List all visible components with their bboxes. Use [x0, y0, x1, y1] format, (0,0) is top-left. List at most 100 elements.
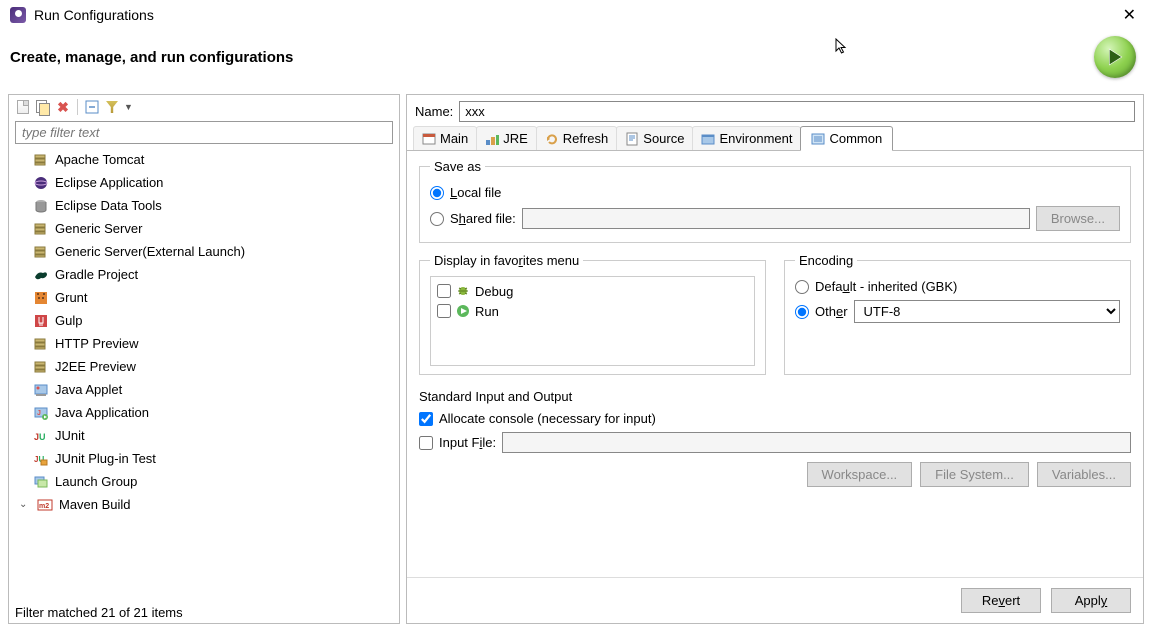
filter-input[interactable] — [15, 121, 393, 144]
server-icon — [33, 244, 49, 260]
delete-config-icon[interactable]: ✖ — [55, 99, 71, 115]
run-icon — [455, 303, 471, 319]
favorites-list: DebugRun — [430, 276, 755, 366]
tab-source[interactable]: Source — [616, 126, 693, 150]
gradle-icon — [33, 267, 49, 283]
tree-item[interactable]: JUJUnit Plug-in Test — [11, 447, 397, 470]
tab-content: Save as Local file Shared file: Browse..… — [407, 151, 1143, 577]
tree-item-label: J2EE Preview — [55, 356, 136, 377]
tree-item[interactable]: ⌄ m2 Maven Build — [11, 493, 397, 516]
tree-item[interactable]: Gradle Project — [11, 263, 397, 286]
favorite-checkbox[interactable] — [437, 284, 451, 298]
encoding-default-radio[interactable] — [795, 280, 809, 294]
titlebar: Run Configurations ✕ — [0, 0, 1152, 30]
tab-refresh[interactable]: Refresh — [536, 126, 618, 150]
tab-main[interactable]: Main — [413, 126, 477, 150]
tree-item-label: Eclipse Application — [55, 172, 163, 193]
tree-item[interactable]: Generic Server — [11, 217, 397, 240]
shared-file-radio[interactable] — [430, 212, 444, 226]
apply-button[interactable]: Apply — [1051, 588, 1131, 613]
dropdown-arrow-icon[interactable]: ▼ — [124, 102, 133, 112]
save-as-legend: Save as — [430, 159, 485, 174]
header: Create, manage, and run configurations — [0, 30, 1152, 94]
allocate-console-checkbox[interactable] — [419, 412, 433, 426]
local-file-radio[interactable] — [430, 186, 444, 200]
browse-button[interactable]: Browse... — [1036, 206, 1120, 231]
tab-common[interactable]: Common — [800, 126, 893, 151]
jre-icon — [485, 132, 499, 146]
environment-icon — [701, 132, 715, 146]
tree-item-label: Launch Group — [55, 471, 137, 492]
db-icon — [33, 198, 49, 214]
left-panel: ✖ ▼ Apache TomcatEclipse ApplicationEcli… — [8, 94, 400, 624]
left-toolbar: ✖ ▼ — [9, 95, 399, 119]
collapse-all-icon[interactable] — [84, 99, 100, 115]
encoding-other-radio[interactable] — [795, 305, 809, 319]
server-icon — [33, 221, 49, 237]
input-file-label: Input File: — [439, 435, 496, 450]
favorite-item: Debug — [437, 281, 748, 301]
tree-item[interactable]: Eclipse Data Tools — [11, 194, 397, 217]
favorites-legend: Display in favorites menu — [430, 253, 583, 268]
tree-item-label: JUnit Plug-in Test — [55, 448, 156, 469]
filter-icon[interactable] — [104, 99, 120, 115]
duplicate-config-icon[interactable] — [35, 99, 51, 115]
refresh-icon — [545, 132, 559, 146]
tree-item[interactable]: Launch Group — [11, 470, 397, 493]
svg-text:JU: JU — [34, 432, 46, 442]
java-icon: J — [33, 405, 49, 421]
variables-button[interactable]: Variables... — [1037, 462, 1131, 487]
tree-item[interactable]: Eclipse Application — [11, 171, 397, 194]
run-badge-icon — [1094, 36, 1136, 78]
tree-item[interactable]: Apache Tomcat — [11, 148, 397, 171]
tree-item-label: JUnit — [55, 425, 85, 446]
tab-environment[interactable]: Environment — [692, 126, 801, 150]
close-icon[interactable]: ✕ — [1117, 5, 1142, 25]
tree-item-label: Grunt — [55, 287, 88, 308]
encoding-other-label: Other — [815, 304, 848, 319]
maven-icon: m2 — [37, 497, 53, 513]
tree-item-label: Apache Tomcat — [55, 149, 144, 170]
tree-item[interactable]: Java Applet — [11, 378, 397, 401]
svg-text:m2: m2 — [39, 503, 49, 510]
grunt-icon — [33, 290, 49, 306]
save-as-group: Save as Local file Shared file: Browse..… — [419, 159, 1131, 243]
tree-item[interactable]: HTTP Preview — [11, 332, 397, 355]
tab-jre[interactable]: JRE — [476, 126, 537, 150]
tree-item-label: Maven Build — [59, 494, 131, 515]
config-tree[interactable]: Apache TomcatEclipse ApplicationEclipse … — [11, 146, 397, 602]
favorite-label: Debug — [475, 284, 513, 299]
encoding-combo[interactable]: UTF-8 — [854, 300, 1120, 323]
favorites-group: Display in favorites menu DebugRun — [419, 253, 766, 375]
tree-item[interactable]: JJava Application — [11, 401, 397, 424]
tree-item[interactable]: Grunt — [11, 286, 397, 309]
tab-label: Source — [643, 131, 684, 146]
name-input[interactable] — [459, 101, 1135, 122]
filesystem-button[interactable]: File System... — [920, 462, 1029, 487]
tree-item[interactable]: Gulp — [11, 309, 397, 332]
shared-file-label: Shared file: — [450, 211, 516, 226]
launch-group-icon — [33, 474, 49, 490]
favorite-checkbox[interactable] — [437, 304, 451, 318]
tree-item[interactable]: JU JUnit — [11, 424, 397, 447]
shared-file-input[interactable] — [522, 208, 1030, 229]
common-icon — [811, 132, 825, 146]
eclipse-icon — [33, 175, 49, 191]
dialog-buttons: Revert Apply — [407, 577, 1143, 623]
tab-label: Environment — [719, 131, 792, 146]
chevron-icon[interactable]: ⌄ — [19, 494, 31, 515]
revert-button[interactable]: Revert — [961, 588, 1041, 613]
tree-item-label: Generic Server(External Launch) — [55, 241, 245, 262]
tree-item[interactable]: Generic Server(External Launch) — [11, 240, 397, 263]
tab-label: Common — [829, 131, 882, 146]
tree-item[interactable]: J2EE Preview — [11, 355, 397, 378]
source-icon — [625, 132, 639, 146]
workspace-button[interactable]: Workspace... — [807, 462, 913, 487]
svg-text:J: J — [37, 410, 41, 417]
input-file-checkbox[interactable] — [419, 436, 433, 450]
new-config-icon[interactable] — [15, 99, 31, 115]
encoding-default-label: Default - inherited (GBK) — [815, 279, 957, 294]
server-icon — [33, 152, 49, 168]
input-file-input[interactable] — [502, 432, 1131, 453]
right-panel: Name: MainJRERefreshSourceEnvironmentCom… — [406, 94, 1144, 624]
